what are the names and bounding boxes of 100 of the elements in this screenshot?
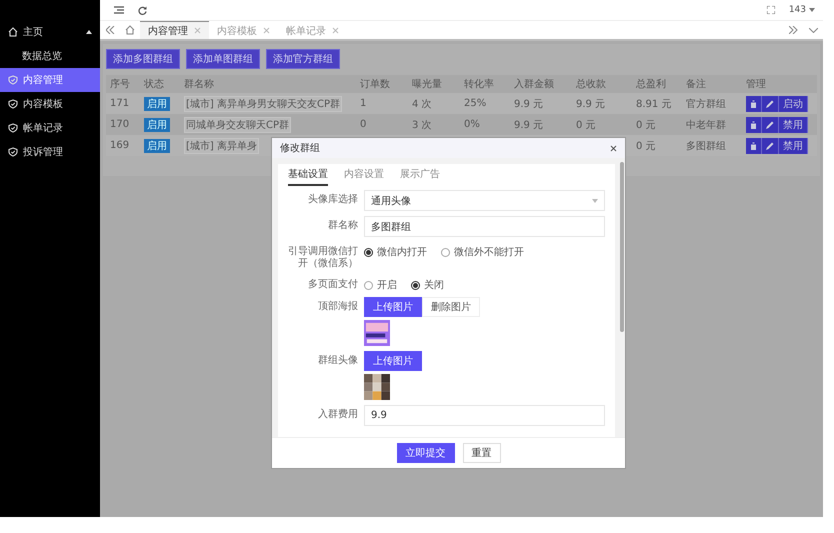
- column-header: 管理: [746, 78, 767, 91]
- table-cell-text: 0%: [464, 119, 481, 130]
- table-cell-text: 0 元: [636, 118, 657, 132]
- sidebar-item[interactable]: 帐单记录: [0, 116, 100, 140]
- status-badge: 启用: [144, 138, 170, 152]
- user-name[interactable]: 143: [788, 5, 806, 15]
- upload-button[interactable]: 上传图片: [364, 351, 422, 371]
- table-cell-text: 4 次: [412, 98, 433, 110]
- toggle-button[interactable]: 禁用: [779, 138, 808, 154]
- input-field[interactable]: 多图群组: [364, 216, 605, 237]
- close-icon[interactable]: [610, 144, 617, 152]
- select-field[interactable]: 通用头像: [364, 190, 605, 211]
- field-label: 头像库选择: [307, 192, 358, 206]
- table-cell-text: 中老年群: [686, 118, 727, 132]
- group-name: [城市] 离异单身: [184, 138, 259, 154]
- trash-icon: [750, 120, 757, 128]
- pencil-icon: [766, 142, 774, 150]
- radio-option[interactable]: 开启: [364, 278, 397, 292]
- table-cell-text: 9.9 元: [514, 118, 544, 132]
- table-cell-text: 0 元: [576, 118, 597, 132]
- fullscreen-icon[interactable]: [766, 6, 775, 14]
- check-shield-icon: [8, 123, 18, 133]
- tab[interactable]: 基础设置: [288, 164, 328, 186]
- radio-label: 开启: [377, 278, 397, 292]
- radio-label: 微信内打开: [377, 246, 427, 259]
- caret-down-icon[interactable]: [809, 8, 815, 12]
- chevron-down-icon[interactable]: [808, 28, 818, 32]
- field-label: 入群费用: [317, 408, 358, 421]
- column-header: 序号: [110, 78, 131, 91]
- edit-button[interactable]: [762, 96, 779, 112]
- table-cell-text: 8.91 元: [636, 98, 672, 110]
- caret-down-icon: [592, 198, 598, 202]
- radio-button[interactable]: [364, 248, 373, 256]
- field-label: 群组头像: [317, 354, 358, 367]
- check-shield-icon: [8, 75, 18, 85]
- status-badge: 启用: [144, 96, 170, 110]
- sidebar-item[interactable]: 内容管理: [0, 68, 100, 92]
- sidebar-item[interactable]: 投诉管理: [0, 140, 100, 164]
- double-chevron-right-icon[interactable]: [788, 26, 798, 34]
- check-shield-icon: [8, 147, 18, 157]
- scrollbar-thumb[interactable]: [620, 162, 624, 332]
- table-cell-text: 25%: [464, 98, 488, 109]
- sidebar-item[interactable]: 内容模板: [0, 92, 100, 116]
- table-cell-text: 3 次: [412, 118, 433, 132]
- reset-button[interactable]: 重置: [462, 443, 500, 463]
- sidebar-item[interactable]: 数据总览: [0, 44, 100, 68]
- status-badge: 启用: [144, 118, 170, 132]
- table-cell-text: 0: [360, 119, 368, 130]
- trash-icon: [750, 100, 757, 108]
- upload-button[interactable]: 上传图片: [364, 297, 422, 317]
- radio-option[interactable]: 关闭: [411, 278, 444, 292]
- delete-button[interactable]: [746, 116, 762, 132]
- tab[interactable]: 内容管理: [140, 21, 209, 39]
- radio-option[interactable]: 微信外不能打开: [441, 245, 524, 259]
- radio-option[interactable]: 微信内打开: [364, 245, 427, 259]
- table-cell-text: 1: [360, 98, 368, 109]
- field-label: 引导调用微信打开（微信系）: [288, 244, 358, 270]
- radio-label: 微信外不能打开: [454, 246, 524, 259]
- edit-button[interactable]: [762, 138, 779, 154]
- toggle-button[interactable]: 启动: [779, 96, 808, 112]
- column-header: 订单数: [360, 78, 391, 91]
- radio-button[interactable]: [411, 280, 420, 290]
- tab[interactable]: 展示广告: [400, 164, 440, 186]
- table-cell-text: 9.9 元: [514, 98, 544, 110]
- column-header: 转化率: [464, 78, 495, 91]
- menu-icon[interactable]: [114, 6, 124, 14]
- column-header: 备注: [686, 78, 707, 91]
- radio-button[interactable]: [364, 280, 373, 290]
- radio-button[interactable]: [441, 248, 450, 256]
- double-chevron-left-icon[interactable]: [106, 26, 114, 34]
- poster-image: [364, 320, 390, 346]
- add-group-button[interactable]: 添加单图群组: [186, 49, 260, 69]
- sidebar-item[interactable]: 主页: [0, 20, 100, 44]
- column-header: 入群金额: [514, 78, 555, 91]
- input-field[interactable]: 9.9: [364, 405, 605, 426]
- home-icon[interactable]: [125, 25, 135, 35]
- refresh-icon[interactable]: [138, 6, 147, 14]
- trash-icon: [750, 142, 757, 150]
- table-cell-text: 171: [110, 98, 130, 109]
- table-cell-text: 多图群组: [686, 140, 727, 152]
- table-cell-text: 170: [110, 119, 130, 130]
- delete-button[interactable]: [746, 138, 762, 154]
- table-cell-text: 0 元: [636, 140, 657, 152]
- tab[interactable]: 内容设置: [344, 164, 384, 186]
- edit-button[interactable]: [762, 116, 779, 132]
- pencil-icon: [766, 120, 774, 128]
- delete-image-button[interactable]: 删除图片: [422, 297, 480, 317]
- column-header: 状态: [144, 78, 165, 91]
- group-name: 同城单身交友聊天CP群: [184, 116, 292, 132]
- field-label: 群名称: [327, 219, 358, 232]
- add-group-button[interactable]: 添加多图群组: [106, 49, 180, 69]
- table-cell-text: 9.9 元: [576, 98, 606, 110]
- photo-placeholder: [364, 374, 390, 400]
- toggle-button[interactable]: 禁用: [779, 116, 808, 132]
- add-group-button[interactable]: 添加官方群组: [266, 49, 340, 69]
- delete-button[interactable]: [746, 96, 762, 112]
- submit-button[interactable]: 立即提交: [396, 443, 454, 463]
- caret-up-icon: [86, 30, 92, 34]
- column-header: 总盈利: [636, 78, 667, 91]
- table-cell-text: 169: [110, 140, 130, 151]
